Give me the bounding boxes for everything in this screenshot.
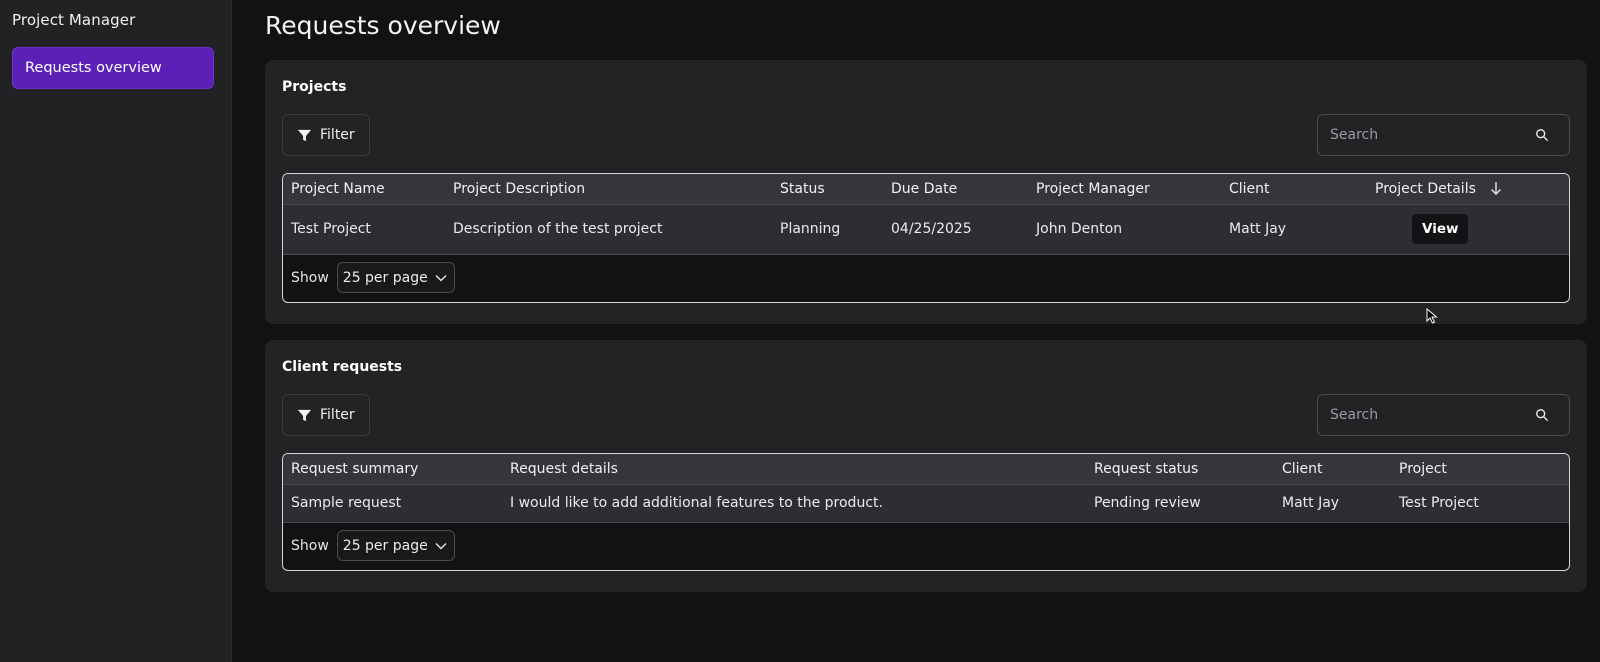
column-header[interactable]: Project Description [445, 174, 772, 205]
table-header-row: Project Name Project Description Status … [283, 174, 1569, 205]
column-header[interactable]: Request status [1086, 454, 1274, 485]
column-header[interactable]: Project [1391, 454, 1569, 485]
column-header[interactable]: Client [1221, 174, 1367, 205]
filter-label: Filter [320, 407, 355, 423]
projects-search-input[interactable] [1330, 127, 1535, 143]
table-row: Test Project Description of the test pro… [283, 204, 1569, 255]
column-header[interactable]: Request summary [283, 454, 502, 485]
sidebar: Project Manager Requests overview [0, 0, 232, 662]
requests-filter-button[interactable]: Filter [282, 394, 370, 436]
show-label: Show [291, 537, 329, 554]
cell-request-details: I would like to add additional features … [502, 484, 1086, 523]
per-page-value: 25 per page [342, 269, 428, 286]
column-header-label: Project Details [1375, 180, 1476, 197]
pagination-footer: Show 25 per page [283, 255, 1569, 301]
projects-card: Projects Filter Project Name Project Des… [265, 60, 1587, 324]
sidebar-item-requests-overview[interactable]: Requests overview [12, 47, 214, 89]
projects-title: Projects [282, 79, 347, 95]
mouse-cursor-icon [1426, 308, 1438, 324]
app-title: Project Manager [12, 11, 136, 29]
show-label: Show [291, 269, 329, 286]
filter-icon [297, 129, 312, 141]
chevron-down-icon [435, 542, 447, 549]
client-requests-table: Request summary Request details Request … [282, 453, 1570, 571]
table-row: Sample request I would like to add addit… [283, 484, 1569, 523]
per-page-select[interactable]: 25 per page [336, 262, 455, 293]
per-page-value: 25 per page [342, 537, 428, 554]
cell-project-description: Description of the test project [445, 204, 772, 255]
pagination-footer: Show 25 per page [283, 523, 1569, 569]
cell-client: Matt Jay [1274, 484, 1391, 523]
requests-search-box[interactable] [1317, 394, 1570, 436]
cell-status: Planning [772, 204, 883, 255]
chevron-down-icon [435, 274, 447, 281]
column-header[interactable]: Due Date [883, 174, 1028, 205]
client-requests-title: Client requests [282, 359, 403, 375]
per-page-select[interactable]: 25 per page [336, 530, 455, 561]
cell-client: Matt Jay [1221, 204, 1367, 255]
filter-icon [297, 409, 312, 421]
cell-project-details: View [1367, 204, 1569, 255]
sidebar-item-label: Requests overview [25, 60, 162, 76]
filter-label: Filter [320, 127, 355, 143]
search-icon[interactable] [1535, 408, 1549, 422]
cell-project-manager: John Denton [1028, 204, 1221, 255]
requests-search-input[interactable] [1330, 407, 1535, 423]
column-header[interactable]: Project Manager [1028, 174, 1221, 205]
column-header[interactable]: Request details [502, 454, 1086, 485]
table-header-row: Request summary Request details Request … [283, 454, 1569, 485]
cell-project: Test Project [1391, 484, 1569, 523]
column-header[interactable]: Status [772, 174, 883, 205]
page-title: Requests overview [265, 11, 501, 40]
cell-request-summary: Sample request [283, 484, 502, 523]
cell-due-date: 04/25/2025 [883, 204, 1028, 255]
cell-request-status: Pending review [1086, 484, 1274, 523]
column-header-project-details[interactable]: Project Details [1367, 174, 1569, 205]
projects-search-box[interactable] [1317, 114, 1570, 156]
column-header[interactable]: Client [1274, 454, 1391, 485]
cell-project-name: Test Project [283, 204, 445, 255]
client-requests-card: Client requests Filter Request summary R… [265, 340, 1587, 592]
column-header[interactable]: Project Name [283, 174, 445, 205]
search-icon[interactable] [1535, 128, 1549, 142]
projects-table: Project Name Project Description Status … [282, 173, 1570, 303]
view-button[interactable]: View [1412, 214, 1469, 244]
projects-filter-button[interactable]: Filter [282, 114, 370, 156]
arrow-down-icon[interactable] [1490, 181, 1502, 195]
